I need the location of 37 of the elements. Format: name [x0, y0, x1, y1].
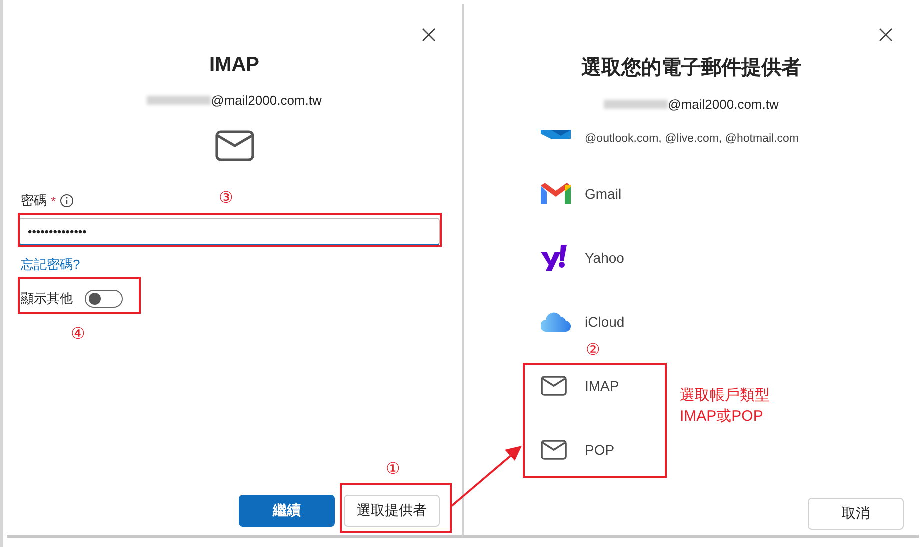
cancel-button[interactable]: 取消 — [808, 498, 904, 530]
step-number: ④ — [71, 325, 86, 344]
toggle-label: 顯示其他 — [21, 290, 73, 308]
step-number: ② — [586, 341, 600, 360]
envelope-icon — [541, 376, 567, 396]
close-icon[interactable] — [879, 28, 893, 42]
cloud-icon — [541, 312, 571, 332]
step-number: ① — [386, 460, 400, 479]
blurred-username — [147, 96, 212, 105]
email-address: @mail2000.com.tw — [211, 93, 322, 108]
provider-option[interactable]: IMAP — [585, 378, 620, 394]
provider-option[interactable]: Gmail — [585, 186, 622, 202]
dialog-title: 選取您的電子郵件提供者 — [582, 56, 802, 81]
password-field[interactable]: •••••••••••••• — [19, 218, 440, 246]
provider-option[interactable]: POP — [585, 442, 615, 458]
annotation-note: 選取帳戶類型 — [680, 386, 770, 406]
email-address: @mail2000.com.tw — [668, 97, 779, 112]
continue-button[interactable]: 繼續 — [239, 495, 335, 527]
forgot-password-link[interactable]: 忘記密碼? — [21, 256, 80, 274]
envelope-icon — [541, 440, 567, 460]
choose-provider-button[interactable]: 選取提供者 — [344, 495, 440, 527]
info-icon[interactable] — [60, 194, 74, 208]
step-number: ③ — [219, 189, 234, 208]
required-mark: * — [51, 194, 56, 208]
provider-option[interactable]: iCloud — [585, 314, 625, 330]
provider-option[interactable]: Yahoo — [585, 250, 624, 266]
outlook-logo-icon — [541, 130, 571, 139]
annotation-note: IMAP或POP — [680, 407, 764, 427]
password-label: 密碼 — [21, 192, 47, 210]
envelope-icon — [214, 130, 254, 162]
gmail-logo-icon — [541, 182, 571, 206]
close-icon[interactable] — [422, 28, 436, 42]
dialog-title: IMAP — [210, 54, 260, 77]
toggle-switch[interactable] — [85, 290, 123, 308]
blurred-username — [604, 100, 668, 109]
provider-option[interactable]: @outlook.com, @live.com, @hotmail.com — [585, 133, 799, 145]
yahoo-logo-icon — [541, 245, 567, 271]
